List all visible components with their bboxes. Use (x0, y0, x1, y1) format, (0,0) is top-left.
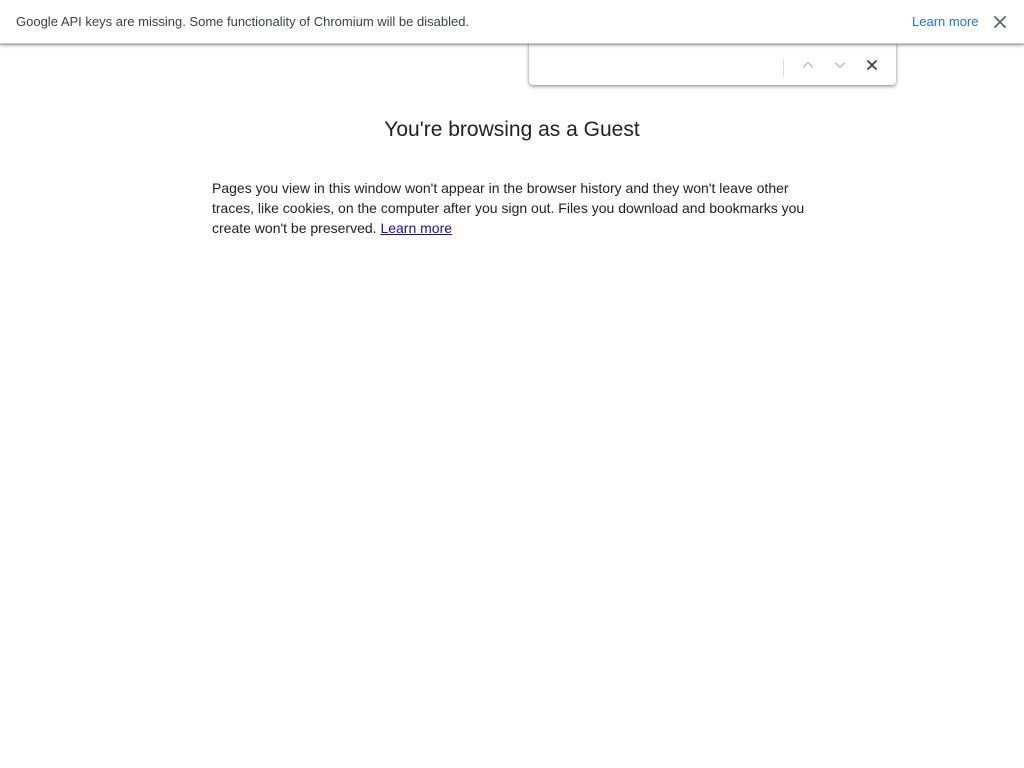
guest-learn-more-link[interactable]: Learn more (380, 220, 452, 236)
page-title: You're browsing as a Guest (384, 118, 640, 141)
guest-description: Pages you view in this window won't appe… (212, 178, 812, 238)
chevron-down-icon (834, 62, 846, 69)
guest-description-text: Pages you view in this window won't appe… (212, 180, 805, 236)
find-next-button[interactable] (828, 53, 852, 77)
close-icon[interactable] (990, 12, 1010, 32)
api-keys-infobar: Google API keys are missing. Some functi… (0, 0, 1024, 44)
chevron-up-icon (802, 61, 814, 68)
find-input[interactable] (539, 53, 773, 77)
close-icon (867, 60, 877, 70)
find-divider (783, 59, 784, 77)
infobar-message: Google API keys are missing. Some functi… (16, 14, 470, 29)
infobar-learn-more-link[interactable]: Learn more (912, 14, 978, 29)
guest-info-section: You're browsing as a Guest Pages you vie… (212, 116, 812, 238)
find-bar (529, 43, 896, 85)
find-close-button[interactable] (860, 53, 884, 77)
find-previous-button[interactable] (796, 53, 820, 77)
